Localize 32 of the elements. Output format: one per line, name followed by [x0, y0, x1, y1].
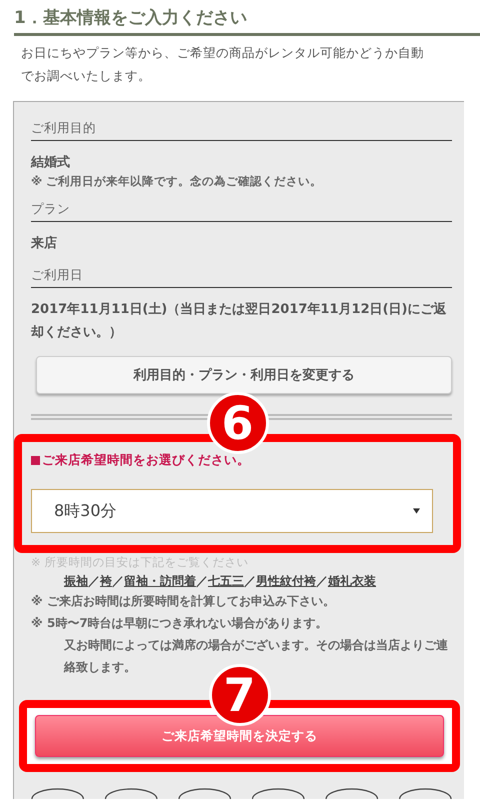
intro-text: お日にちやプラン等から、ご希望の商品がレンタル可能かどうか自動 — [21, 44, 425, 62]
field-note: ※ ご利用日が来年以降です。念の為ご確認ください。 — [31, 174, 324, 189]
intro-text: でお調べいたします。 — [21, 67, 152, 85]
note-mark: ※ — [31, 615, 44, 632]
note-text: 5時〜7時台は早朝につき承れない場合があります。 — [47, 615, 329, 632]
field-value: 来店 — [31, 234, 58, 253]
field-value: 2017年11月11日(土)（当日または翌日2017年11月12日(日)にご返却ください。） — [31, 300, 448, 342]
separator: ／ — [196, 574, 208, 588]
note-text: ご来店お時間は所要時間を計算してお申込み下さい。 — [47, 593, 336, 610]
callout-number: 6 — [206, 392, 268, 454]
separator: ／ — [244, 574, 256, 588]
callout-number: 7 — [208, 664, 270, 726]
note-mark: ※ — [31, 593, 44, 610]
category-link[interactable]: 婚礼衣装 — [328, 574, 376, 588]
field-label: プラン — [31, 197, 452, 222]
field-label: ご利用目的 — [31, 116, 452, 141]
separator: ／ — [316, 574, 328, 588]
category-link[interactable]: 袴 — [100, 574, 112, 588]
separator: ／ — [88, 574, 100, 588]
category-link[interactable]: 振袖 — [64, 574, 88, 588]
section-heading: 1．基本情報をご入力ください — [14, 6, 480, 36]
field-value: 結婚式 — [31, 154, 71, 172]
category-link[interactable]: 留袖・訪問着 — [124, 574, 196, 588]
change-button[interactable]: 利用目的・プラン・利用日を変更する — [36, 356, 452, 394]
field-label: ご利用日 — [31, 263, 452, 288]
time-select[interactable]: 8時30分 — [31, 489, 433, 533]
square-icon — [31, 456, 40, 465]
time-prompt: ご来店希望時間をお選びください。 — [42, 452, 250, 469]
category-link[interactable]: 七五三 — [208, 574, 244, 588]
separator: ／ — [112, 574, 124, 588]
category-link[interactable]: 男性紋付袴 — [256, 574, 316, 588]
caret-icon — [413, 508, 420, 514]
